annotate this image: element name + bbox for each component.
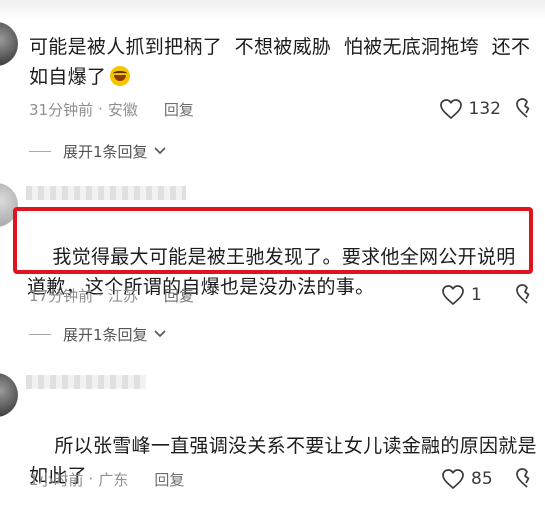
like-count: 85 xyxy=(471,469,493,489)
expand-replies-button[interactable]: 展开1条回复 xyxy=(29,323,166,345)
comment-meta: 31分钟前 · 安徽 回复 132 xyxy=(29,97,539,121)
heart-icon xyxy=(442,469,464,489)
heart-icon xyxy=(439,99,462,119)
expand-replies-button[interactable]: 展开1条回复 xyxy=(29,140,166,162)
expand-divider-line xyxy=(29,333,51,335)
heart-icon xyxy=(442,285,464,305)
username-blurred xyxy=(26,186,186,200)
reply-button[interactable]: 回复 xyxy=(164,285,194,306)
highlight-box xyxy=(13,207,533,274)
comment-time: 17分钟前 xyxy=(29,286,94,305)
like-group: 1 xyxy=(441,283,539,307)
comment-location: 广东 xyxy=(98,470,129,489)
avatar[interactable] xyxy=(0,373,18,417)
reply-button[interactable]: 回复 xyxy=(164,99,194,120)
like-button[interactable]: 85 xyxy=(441,468,501,490)
comment-content: 可能是被人抓到把柄了 不想被威胁 怕被无底洞拖垮 还不如自爆了 xyxy=(29,32,539,92)
laughing-crying-emoji-icon xyxy=(110,66,131,86)
comment-meta: 1小时前 · 广东 回复 85 xyxy=(29,467,539,491)
comment-meta: 17分钟前 · 江苏 回复 1 xyxy=(29,283,539,307)
meta-dot: · xyxy=(98,100,103,118)
like-count: 132 xyxy=(468,99,501,119)
reply-button[interactable]: 回复 xyxy=(154,469,184,490)
like-group: 85 xyxy=(441,467,539,491)
comment-text: 可能是被人抓到把柄了 不想被威胁 怕被无底洞拖垮 还不如自爆了 xyxy=(29,36,531,88)
broken-heart-icon xyxy=(516,468,530,488)
expand-replies-label: 展开1条回复 xyxy=(63,325,148,344)
comment-content: 所以张雪峰一直强调没关系不要让女儿读金融的原因就是如此了 xyxy=(29,401,539,521)
dislike-button[interactable] xyxy=(515,467,539,491)
broken-heart-icon xyxy=(516,98,530,118)
expand-divider-line xyxy=(29,150,51,152)
top-strip xyxy=(0,0,545,20)
comment-location: 江苏 xyxy=(107,286,138,305)
dislike-button[interactable] xyxy=(515,97,539,121)
chevron-down-icon xyxy=(153,330,166,338)
username-blurred xyxy=(26,375,146,389)
expand-replies-label: 展开1条回复 xyxy=(63,142,148,161)
comment-time: 1小时前 xyxy=(29,470,84,489)
like-button[interactable]: 132 xyxy=(439,98,501,120)
comment-time: 31分钟前 xyxy=(29,100,94,119)
like-count: 1 xyxy=(471,285,482,305)
dislike-button[interactable] xyxy=(515,283,539,307)
meta-dot: · xyxy=(88,470,94,488)
broken-heart-icon xyxy=(516,284,530,304)
comment-location: 安徽 xyxy=(107,100,138,119)
meta-dot: · xyxy=(98,286,103,304)
like-group: 132 xyxy=(439,97,539,121)
avatar[interactable] xyxy=(0,22,18,66)
like-button[interactable]: 1 xyxy=(441,284,501,306)
chevron-down-icon xyxy=(153,147,166,155)
